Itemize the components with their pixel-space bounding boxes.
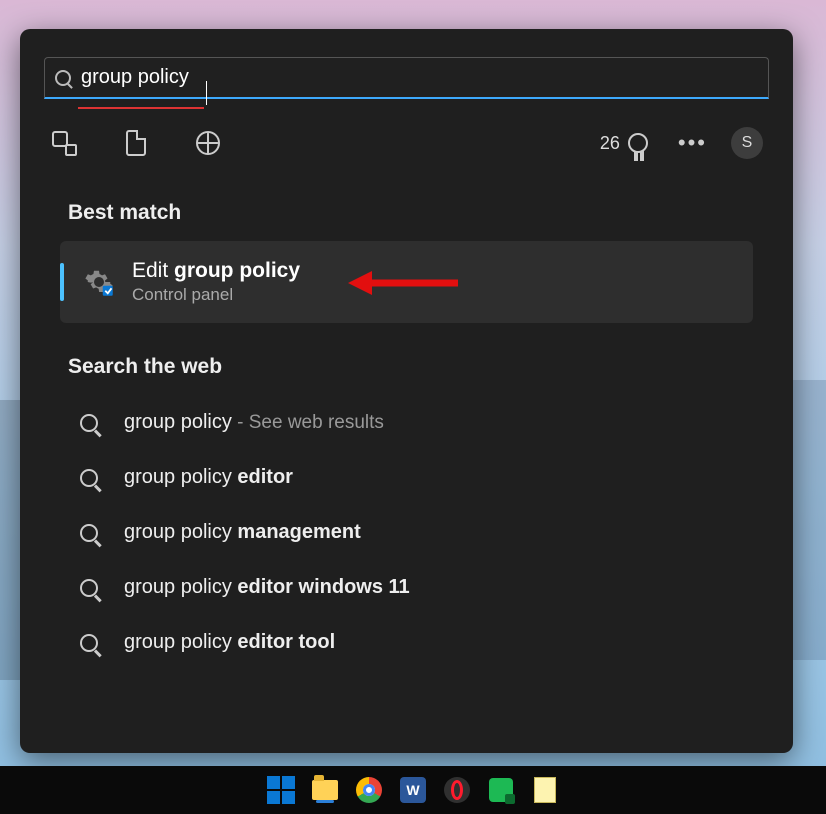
search-icon xyxy=(55,70,71,86)
web-result-item[interactable]: group policy - See web results xyxy=(20,395,793,450)
opera-button[interactable] xyxy=(442,775,472,805)
search-web-heading: Search the web xyxy=(68,355,793,379)
selection-indicator xyxy=(60,263,64,301)
notepad-icon xyxy=(534,777,556,803)
green-app-icon xyxy=(489,778,513,802)
search-box[interactable] xyxy=(44,57,769,99)
avatar-initial: S xyxy=(742,134,753,152)
spellcheck-underline xyxy=(78,107,204,109)
chrome-icon xyxy=(356,777,382,803)
best-match-title-bold: group policy xyxy=(174,259,300,282)
more-options-button[interactable]: ••• xyxy=(678,130,707,156)
search-icon xyxy=(80,524,98,542)
best-match-text: Edit group policy Control panel xyxy=(132,259,300,305)
chrome-button[interactable] xyxy=(354,775,384,805)
best-match-title-prefix: Edit xyxy=(132,259,174,282)
rewards-points[interactable]: 26 xyxy=(600,133,648,154)
best-match-heading: Best match xyxy=(68,201,793,225)
notepad-button[interactable] xyxy=(530,775,560,805)
text-cursor xyxy=(206,81,207,105)
word-button[interactable]: W xyxy=(398,775,428,805)
windows-logo-icon xyxy=(267,776,295,804)
folder-icon xyxy=(312,780,338,800)
settings-gear-icon xyxy=(84,267,114,297)
user-avatar[interactable]: S xyxy=(731,127,763,159)
file-explorer-button[interactable] xyxy=(310,775,340,805)
start-button[interactable] xyxy=(266,775,296,805)
best-match-subtitle: Control panel xyxy=(132,285,300,305)
rewards-points-value: 26 xyxy=(600,133,620,154)
annotation-arrow xyxy=(348,269,458,297)
word-icon: W xyxy=(400,777,426,803)
search-icon xyxy=(80,634,98,652)
web-result-item[interactable]: group policy editor tool xyxy=(20,615,793,670)
taskbar: W xyxy=(0,766,826,814)
search-icon xyxy=(80,469,98,487)
web-results-list: group policy - See web results group pol… xyxy=(20,395,793,670)
filter-apps-icon[interactable] xyxy=(50,129,78,157)
best-match-result[interactable]: Edit group policy Control panel xyxy=(60,241,753,323)
medal-icon xyxy=(628,133,648,153)
opera-icon xyxy=(444,777,470,803)
windows-search-panel: 26 ••• S Best match Edit group policy Co… xyxy=(20,29,793,753)
app-button[interactable] xyxy=(486,775,516,805)
filter-web-icon[interactable] xyxy=(194,129,222,157)
web-result-item[interactable]: group policy editor windows 11 xyxy=(20,560,793,615)
search-icon xyxy=(80,579,98,597)
search-filter-row: 26 ••• S xyxy=(20,99,793,169)
web-result-item[interactable]: group policy editor xyxy=(20,450,793,505)
filter-documents-icon[interactable] xyxy=(122,129,150,157)
search-icon xyxy=(80,414,98,432)
search-input[interactable] xyxy=(81,66,758,89)
web-result-item[interactable]: group policy management xyxy=(20,505,793,560)
